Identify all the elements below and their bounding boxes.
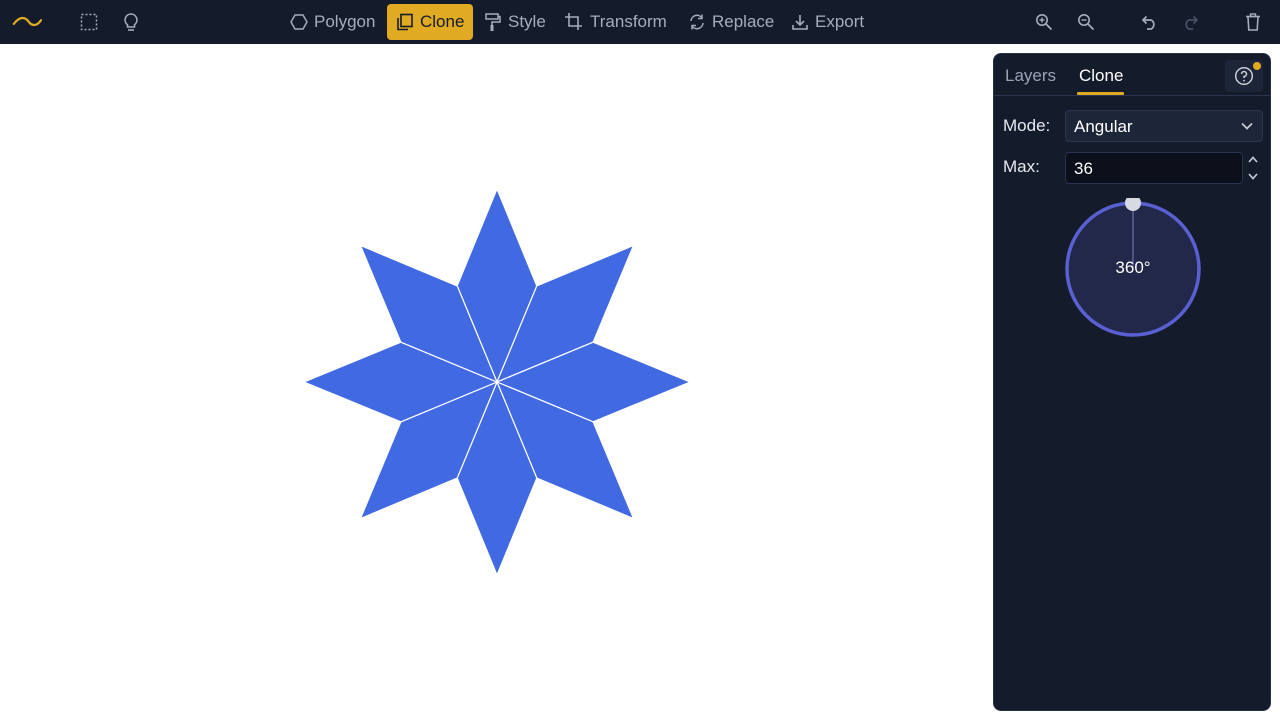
polygon-button[interactable]: Polygon [281, 4, 384, 40]
help-circle-icon [1234, 66, 1254, 86]
zoom-in-icon[interactable] [1029, 7, 1059, 37]
redo-icon[interactable] [1176, 7, 1206, 37]
tab-layers[interactable]: Layers [1005, 66, 1056, 86]
clone-button-label: Clone [420, 12, 465, 31]
top-toolbar: Polygon Clone Style Transform Replace Ex… [0, 0, 1280, 44]
style-button-label: Style [508, 12, 546, 31]
max-input[interactable]: 36 [1065, 152, 1243, 184]
paint-roller-icon [485, 13, 501, 31]
replace-button[interactable]: Replace [679, 4, 783, 40]
dial-angle-value: 360° [1115, 258, 1151, 277]
max-input-value: 36 [1074, 159, 1093, 178]
zoom-out-icon[interactable] [1071, 7, 1101, 37]
max-label: Max: [1003, 157, 1040, 176]
polygon-button-label: Polygon [314, 12, 376, 31]
marquee-select-icon[interactable] [74, 7, 104, 37]
mode-label: Mode: [1003, 116, 1051, 135]
chevron-down-icon [1241, 122, 1253, 130]
tab-clone[interactable]: Clone [1079, 66, 1123, 86]
drawing-canvas[interactable] [0, 44, 993, 720]
trash-icon[interactable] [1238, 7, 1268, 37]
export-button-label: Export [815, 12, 865, 31]
canvas-svg [302, 187, 692, 577]
replace-icon [690, 14, 704, 30]
notification-dot [1253, 62, 1261, 70]
transform-button[interactable]: Transform [555, 4, 676, 40]
clone-icon [397, 13, 413, 31]
mode-select[interactable]: Angular [1065, 110, 1263, 142]
active-tab-indicator [1077, 92, 1124, 95]
eight-point-star[interactable] [302, 187, 692, 577]
mode-select-value: Angular [1074, 117, 1133, 136]
stepper-up-icon[interactable] [1248, 156, 1258, 163]
logo-swoosh-icon[interactable] [12, 7, 42, 37]
export-button[interactable]: Export [782, 4, 873, 40]
undo-icon[interactable] [1134, 7, 1164, 37]
download-icon [792, 15, 808, 30]
panel-tabs: Layers Clone [994, 54, 1270, 96]
hexagon-icon [290, 14, 308, 30]
crop-icon [565, 13, 582, 30]
transform-button-label: Transform [590, 12, 667, 31]
clone-panel: Layers Clone Mode: Angular Max: 36 360° [993, 53, 1271, 711]
max-stepper[interactable] [1246, 153, 1260, 183]
angle-dial[interactable]: 360° [1062, 195, 1204, 340]
clone-button[interactable]: Clone [387, 4, 474, 40]
stepper-down-icon[interactable] [1248, 173, 1258, 180]
style-button[interactable]: Style [475, 4, 555, 40]
lightbulb-icon[interactable] [116, 7, 146, 37]
replace-button-label: Replace [712, 12, 775, 31]
